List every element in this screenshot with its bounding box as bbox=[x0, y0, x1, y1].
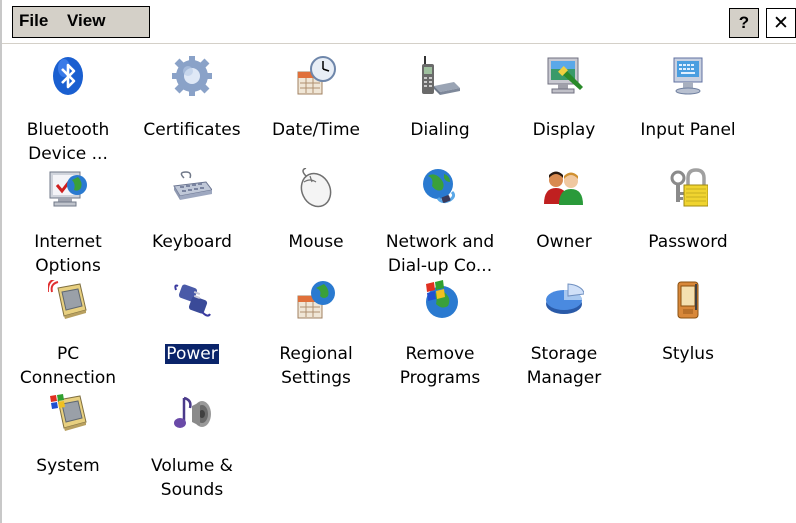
item-label: Owner bbox=[536, 232, 592, 252]
item-label: System bbox=[36, 456, 100, 476]
selected-label-text: Power bbox=[164, 343, 220, 365]
item-label: Regional Settings bbox=[279, 344, 353, 388]
system-pda-icon bbox=[48, 392, 88, 432]
volume-speaker-icon bbox=[172, 392, 212, 432]
item-label: Volume & Sounds bbox=[151, 456, 233, 500]
view-menu[interactable]: View bbox=[67, 11, 105, 31]
window-left-edge bbox=[0, 0, 2, 523]
item-label: Storage Manager bbox=[526, 344, 602, 388]
mouse-icon bbox=[296, 168, 336, 208]
item-label: Dialing bbox=[410, 120, 470, 140]
calendar-clock-icon bbox=[296, 56, 336, 96]
password-lock-icon bbox=[668, 168, 708, 208]
power-plug-icon bbox=[172, 280, 212, 320]
display-icon bbox=[544, 56, 584, 96]
item-label: Bluetooth Device ... bbox=[26, 120, 110, 164]
remove-programs-icon bbox=[420, 280, 460, 320]
menu-bar: File View bbox=[12, 6, 150, 38]
help-button[interactable]: ? bbox=[729, 8, 759, 38]
pc-connection-icon bbox=[48, 280, 88, 320]
item-label: Keyboard bbox=[152, 232, 232, 252]
internet-globe-icon bbox=[48, 168, 88, 208]
phone-icon bbox=[420, 56, 460, 96]
item-label: Password bbox=[648, 232, 728, 252]
certificates-icon bbox=[172, 56, 212, 96]
item-label: Date/Time bbox=[272, 120, 360, 140]
item-label: Display bbox=[532, 120, 596, 140]
storage-pie-icon bbox=[544, 280, 584, 320]
input-panel-icon bbox=[668, 56, 708, 96]
item-label: Internet Options bbox=[34, 232, 102, 276]
keyboard-icon bbox=[172, 168, 212, 208]
regional-globe-calendar-icon bbox=[296, 280, 336, 320]
item-label: Mouse bbox=[288, 232, 344, 252]
item-label: Input Panel bbox=[640, 120, 736, 140]
item-label: Network and Dial-up Co... bbox=[385, 232, 495, 276]
file-menu[interactable]: File bbox=[19, 11, 48, 31]
item-label: Remove Programs bbox=[399, 344, 481, 388]
close-button[interactable]: ✕ bbox=[766, 8, 796, 38]
item-label: Stylus bbox=[662, 344, 714, 364]
network-globe-icon bbox=[420, 168, 460, 208]
item-label: Power bbox=[130, 342, 254, 366]
item-label: Certificates bbox=[143, 120, 241, 140]
command-bar: File View ? ✕ bbox=[2, 0, 796, 44]
item-label: PC Connection bbox=[19, 344, 117, 388]
stylus-pda-icon bbox=[668, 280, 708, 320]
bluetooth-icon bbox=[48, 56, 88, 96]
owner-people-icon bbox=[544, 168, 584, 208]
